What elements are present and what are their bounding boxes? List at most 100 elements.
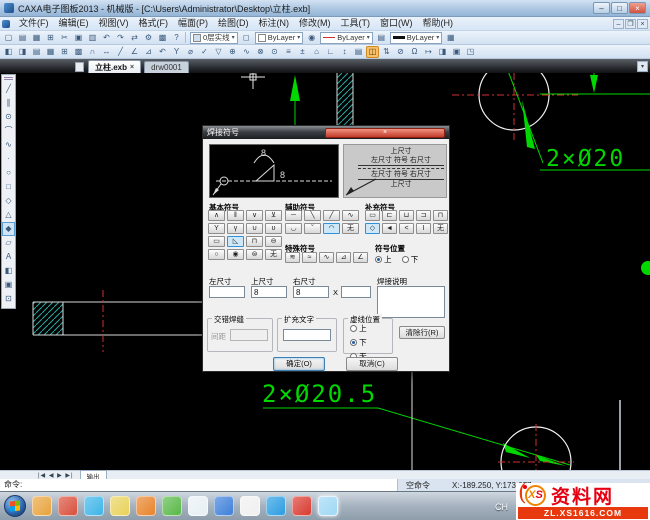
toolbar2-icon-16[interactable]: ▽ <box>212 46 225 58</box>
basic-symbol-14[interactable]: ◉ <box>227 249 244 260</box>
lock-icon[interactable]: ◻ <box>240 32 253 44</box>
supplement-symbol-5[interactable]: ⊓ <box>433 210 448 221</box>
toolbar2-icon-10[interactable]: ∠ <box>128 46 141 58</box>
basic-symbol-4[interactable]: ⊻ <box>265 210 282 221</box>
menu-item-2[interactable]: 编辑(E) <box>54 17 94 30</box>
toolbar2-icon-12[interactable]: ↶ <box>156 46 169 58</box>
taskbar-app-icon-7[interactable] <box>188 496 208 516</box>
toolbar2-icon-13[interactable]: Y <box>170 46 183 58</box>
toolbar2-icon-8[interactable]: ↔ <box>100 46 113 58</box>
ok-button[interactable]: 确定(O) <box>273 357 325 371</box>
left-dim-input[interactable] <box>209 286 245 298</box>
auxiliary-symbol-6[interactable]: ˘ <box>304 223 321 234</box>
toolbar1-icon-10[interactable]: ⇄ <box>128 32 141 44</box>
left-tool-icon-12[interactable]: ▱ <box>2 236 15 250</box>
document-page-icon[interactable] <box>75 62 84 72</box>
drawing-canvas[interactable]: 2×Ø20 2×Ø20.5 <box>0 73 650 470</box>
menu-item-9[interactable]: 工具(T) <box>336 17 376 30</box>
toolbar2-icon-24[interactable]: ∟ <box>324 46 337 58</box>
supplement-symbol-10[interactable]: 无 <box>433 223 448 234</box>
auxiliary-symbol-8[interactable]: 无 <box>342 223 359 234</box>
basic-symbol-7[interactable]: ∪ <box>246 223 263 234</box>
menu-item-4[interactable]: 格式(F) <box>134 17 174 30</box>
palette-grip[interactable] <box>4 77 13 80</box>
toolbar1-icon-1[interactable]: ▢ <box>2 32 15 44</box>
position-radio-bottom[interactable]: 下 <box>402 254 419 265</box>
dialog-titlebar[interactable]: 焊接符号 × <box>203 126 449 139</box>
toolbar2-icon-4[interactable]: ▦ <box>44 46 57 58</box>
cancel-button[interactable]: 取消(C) <box>346 357 398 371</box>
basic-symbol-11[interactable]: ⊓ <box>246 236 263 247</box>
left-tool-icon-2[interactable]: ∥ <box>2 96 15 110</box>
left-tool-icon-8[interactable]: □ <box>2 180 15 194</box>
taskbar-app-icon-2[interactable] <box>58 496 78 516</box>
left-tool-icon-3[interactable]: ⊙ <box>2 110 15 124</box>
toolbar2-icon-1[interactable]: ◧ <box>2 46 15 58</box>
toolbar1-icon-13[interactable]: ? <box>170 32 183 44</box>
basic-symbol-9[interactable]: ▭ <box>208 236 225 247</box>
basic-symbol-16[interactable]: 无 <box>265 249 282 260</box>
mdi-minimize-icon[interactable]: – <box>613 19 624 29</box>
dialog-close-button[interactable]: × <box>325 128 445 138</box>
basic-symbol-13[interactable]: ○ <box>208 249 225 260</box>
taskbar-app-icon-5[interactable] <box>136 496 156 516</box>
auxiliary-symbol-4[interactable]: ∿ <box>342 210 359 221</box>
taskbar-app-icon-6[interactable] <box>162 496 182 516</box>
auxiliary-symbol-1[interactable]: ─ <box>285 210 302 221</box>
taskbar-app-icon-1[interactable] <box>32 496 52 516</box>
language-indicator[interactable]: CH <box>495 502 508 512</box>
minimize-button[interactable]: – <box>593 2 610 14</box>
tab-close-icon[interactable]: × <box>130 64 134 71</box>
color-combo[interactable]: ByLayer ▾ <box>255 32 304 44</box>
left-tool-icon-15[interactable]: ▣ <box>2 278 15 292</box>
clear-row-button[interactable]: 清除行(R) <box>399 326 445 339</box>
extend-text-input[interactable] <box>283 329 331 341</box>
toolbar2-icon-29[interactable]: ⊘ <box>394 46 407 58</box>
basic-symbol-8[interactable]: υ <box>265 223 282 234</box>
toolbar-overflow-icon[interactable]: ▾ <box>637 61 648 72</box>
toolbar2-icon-14[interactable]: ⌀ <box>184 46 197 58</box>
toolbar2-icon-15[interactable]: ✓ <box>198 46 211 58</box>
taskbar-app-icon-9[interactable] <box>240 496 260 516</box>
toolbar2-icon-22[interactable]: ± <box>296 46 309 58</box>
toolbar2-icon-21[interactable]: ≡ <box>282 46 295 58</box>
toolbar1-icon-4[interactable]: ⊞ <box>44 32 57 44</box>
toolbar1-icon-8[interactable]: ↶ <box>100 32 113 44</box>
toolbar2-icon-11[interactable]: ⊿ <box>142 46 155 58</box>
taskbar-app-icon-11[interactable] <box>292 496 312 516</box>
basic-symbol-12[interactable]: ⊖ <box>265 236 282 247</box>
linewidth-manager-icon[interactable]: ▦ <box>444 32 457 44</box>
supplement-symbol-3[interactable]: ⊔ <box>399 210 414 221</box>
taskbar-app-icon-8[interactable] <box>214 496 234 516</box>
mdi-restore-icon[interactable]: ❐ <box>625 19 636 29</box>
menu-item-5[interactable]: 幅面(P) <box>173 17 213 30</box>
basic-symbol-2[interactable]: ‖ <box>227 210 244 221</box>
left-tool-icon-5[interactable]: ∿ <box>2 138 15 152</box>
basic-symbol-6[interactable]: γ <box>227 223 244 234</box>
taskbar-app-icon-12[interactable] <box>318 496 338 516</box>
toolbar1-icon-5[interactable]: ✂ <box>58 32 71 44</box>
tab-lizhu-exb[interactable]: 立柱.exb × <box>88 60 141 73</box>
toolbar2-icon-32[interactable]: ◨ <box>436 46 449 58</box>
supplement-symbol-1[interactable]: ▭ <box>365 210 380 221</box>
linetype-manager-icon[interactable]: ▤ <box>375 32 388 44</box>
left-tool-icon-6[interactable]: · <box>2 152 15 166</box>
toolbar1-icon-2[interactable]: ▤ <box>16 32 29 44</box>
basic-symbol-10[interactable]: ◺ <box>227 236 244 247</box>
auxiliary-symbol-5[interactable]: ◡ <box>285 223 302 234</box>
toolbar2-icon-19[interactable]: ⊗ <box>254 46 267 58</box>
basic-symbol-3[interactable]: ∨ <box>246 210 263 221</box>
basic-symbol-1[interactable]: ∧ <box>208 210 225 221</box>
right-dim-input[interactable] <box>293 286 329 298</box>
toolbar2-icon-3[interactable]: ▤ <box>30 46 43 58</box>
toolbar2-icon-6[interactable]: ▩ <box>72 46 85 58</box>
auxiliary-symbol-7[interactable]: ◠ <box>323 223 340 234</box>
toolbar1-icon-12[interactable]: ▩ <box>156 32 169 44</box>
title-bar[interactable]: CAXA电子图板2013 - 机械版 - [C:\Users\Administr… <box>0 0 650 17</box>
special-symbol-5[interactable]: ∠ <box>353 252 368 263</box>
toolbar2-icon-25[interactable]: ↕ <box>338 46 351 58</box>
basic-symbol-15[interactable]: ⊜ <box>246 249 263 260</box>
toolbar2-icon-30[interactable]: Ω <box>408 46 421 58</box>
toolbar1-icon-7[interactable]: ▥ <box>86 32 99 44</box>
toolbar2-icon-27[interactable]: ◫ <box>366 46 379 58</box>
